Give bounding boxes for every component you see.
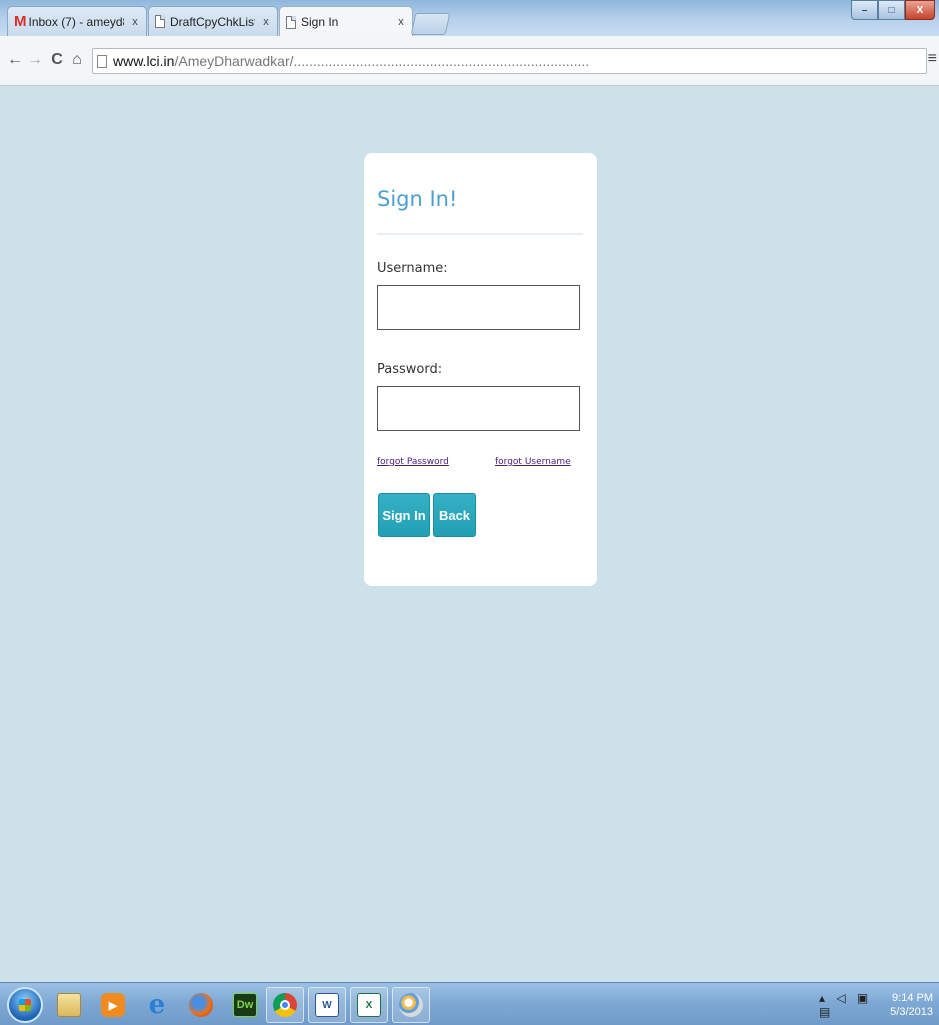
word-icon[interactable]: W bbox=[308, 987, 346, 1023]
clock-time: 9:14 PM bbox=[892, 991, 933, 1004]
palette-icon bbox=[399, 993, 423, 1017]
forgot-username-link[interactable]: forgot Username bbox=[495, 457, 571, 467]
folder-icon bbox=[57, 993, 81, 1017]
new-tab-button[interactable] bbox=[410, 13, 451, 35]
minimize-button[interactable]: – bbox=[851, 0, 878, 20]
tab-close-icon[interactable]: x bbox=[261, 16, 271, 28]
password-label: Password: bbox=[377, 362, 443, 377]
libraries-icon[interactable] bbox=[50, 987, 88, 1023]
url-path: /AmeyDharwadkar/........................… bbox=[174, 53, 590, 69]
page-title: Sign In! bbox=[377, 187, 458, 211]
tab-title: Inbox (7) - ameyd89@gm bbox=[28, 14, 125, 29]
tab-close-icon[interactable]: x bbox=[130, 16, 140, 28]
page-icon bbox=[286, 15, 296, 29]
tab-title: Sign In bbox=[301, 15, 339, 29]
back-button[interactable]: ← bbox=[6, 50, 24, 70]
excel-logo-icon: X bbox=[357, 993, 381, 1017]
dw-icon: Dw bbox=[233, 993, 257, 1017]
reload-button[interactable]: C bbox=[48, 50, 66, 70]
media-player-icon[interactable]: ▶ bbox=[94, 987, 132, 1023]
browser-toolbar: ← → C ⌂ www.lci.in/AmeyDharwadkar/......… bbox=[0, 36, 939, 86]
word-logo-icon: W bbox=[315, 993, 339, 1017]
maximize-button[interactable]: □ bbox=[878, 0, 905, 20]
clock[interactable]: 9:14 PM 5/3/2013 bbox=[890, 991, 933, 1019]
start-button[interactable] bbox=[7, 987, 43, 1023]
password-input[interactable] bbox=[377, 386, 580, 431]
browser-titlebar: M Inbox (7) - ameyd89@gm x DraftCpyChkLi… bbox=[0, 0, 939, 37]
clock-date: 5/3/2013 bbox=[890, 1005, 933, 1018]
tab-title: DraftCpyChkList.xlsx bbox=[170, 14, 255, 29]
tab-sign-in[interactable]: Sign In x bbox=[279, 6, 413, 37]
tray-icons[interactable]: ▴ ◁ ▣ ▤ bbox=[819, 991, 880, 1019]
paint-icon[interactable] bbox=[392, 987, 430, 1023]
url-host: www.lci.in bbox=[113, 53, 175, 69]
username-input[interactable] bbox=[377, 285, 580, 330]
login-card: Sign In! Username: Password: forgot Pass… bbox=[364, 153, 597, 586]
internet-explorer-icon[interactable]: e bbox=[138, 987, 176, 1023]
chrome-menu-icon[interactable]: ≡ bbox=[928, 50, 937, 68]
chrome-icon[interactable] bbox=[266, 987, 304, 1023]
excel-icon[interactable]: X bbox=[350, 987, 388, 1023]
forgot-password-link[interactable]: forgot Password bbox=[377, 457, 449, 467]
title-divider bbox=[377, 233, 583, 235]
dreamweaver-icon[interactable]: Dw bbox=[226, 987, 264, 1023]
play-icon: ▶ bbox=[101, 993, 125, 1017]
tab-draftcpychklist[interactable]: DraftCpyChkList.xlsx x bbox=[148, 6, 278, 36]
firefox-logo-icon bbox=[189, 993, 213, 1017]
system-tray: ▴ ◁ ▣ ▤ 9:14 PM 5/3/2013 bbox=[819, 983, 939, 1025]
page-icon bbox=[97, 54, 107, 68]
back-button[interactable]: Back bbox=[433, 493, 476, 537]
address-bar[interactable]: www.lci.in/AmeyDharwadkar/..............… bbox=[92, 48, 927, 74]
gmail-icon: M bbox=[14, 13, 27, 30]
firefox-icon[interactable] bbox=[182, 987, 220, 1023]
window-controls: – □ X bbox=[851, 0, 935, 20]
username-label: Username: bbox=[377, 261, 448, 276]
ie-icon: e bbox=[148, 990, 166, 1020]
page-icon bbox=[155, 15, 165, 28]
chrome-logo-icon bbox=[273, 993, 297, 1017]
tab-inbox[interactable]: M Inbox (7) - ameyd89@gm x bbox=[7, 6, 147, 36]
home-button[interactable]: ⌂ bbox=[68, 50, 86, 70]
taskbar: ▶ e Dw W X ▴ ◁ ▣ ▤ 9:14 PM 5/3/2013 bbox=[0, 982, 939, 1025]
sign-in-button[interactable]: Sign In bbox=[378, 493, 430, 537]
close-window-button[interactable]: X bbox=[905, 0, 935, 20]
chrome-center-icon bbox=[280, 1000, 290, 1010]
forward-button[interactable]: → bbox=[26, 50, 44, 70]
tab-close-icon[interactable]: x bbox=[396, 16, 406, 28]
